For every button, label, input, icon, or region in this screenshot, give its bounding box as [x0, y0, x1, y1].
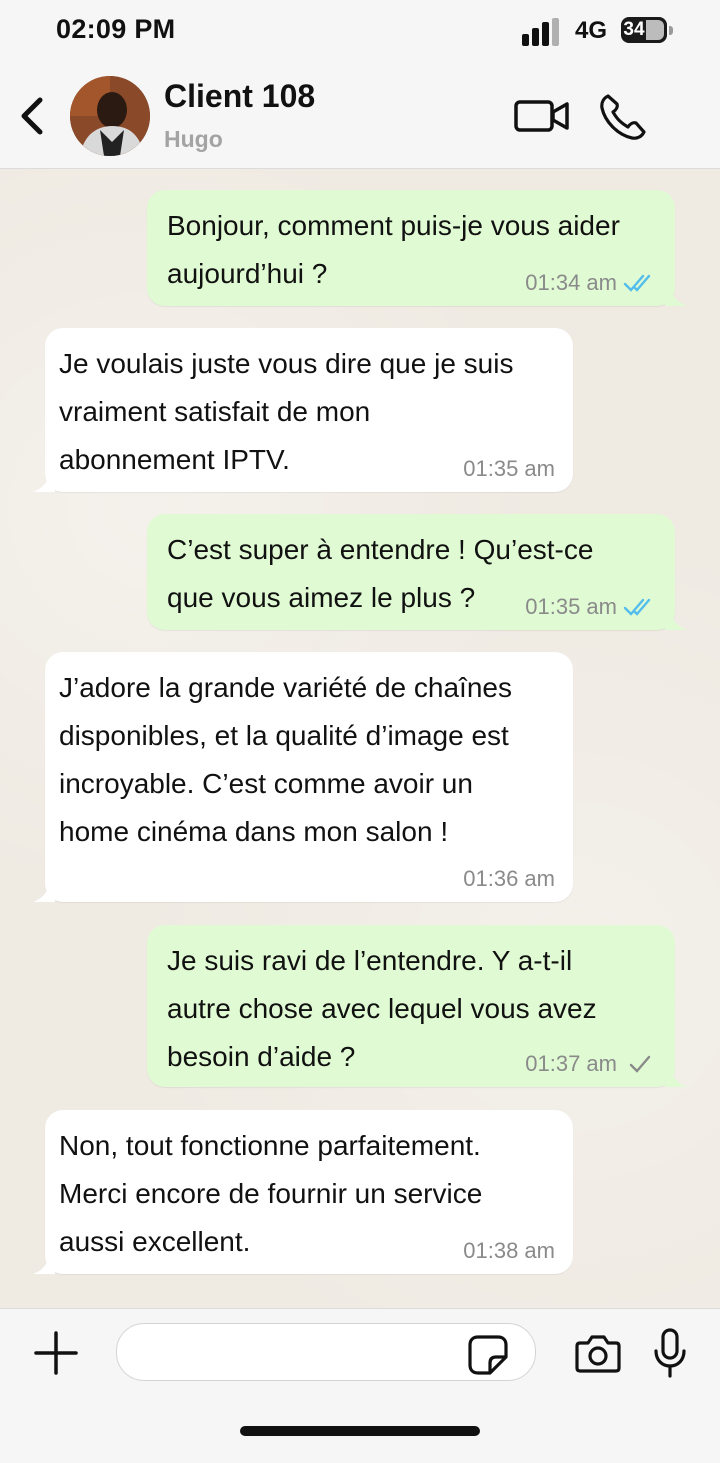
message-incoming[interactable]: Non, tout fonctionne parfaitement. Merci…	[33, 1110, 573, 1274]
double-check-read-icon	[623, 274, 651, 292]
status-bar: 02:09 PM 4G 34	[0, 0, 720, 64]
video-call-icon[interactable]	[513, 96, 571, 136]
contact-name[interactable]: Client 108	[164, 78, 315, 115]
message-time: 01:38 am	[463, 1238, 555, 1263]
back-arrow-icon[interactable]	[16, 94, 56, 138]
phone-call-icon[interactable]	[598, 92, 648, 142]
chat-area: Bonjour, comment puis-je vous aider aujo…	[0, 169, 720, 1308]
message-text: J’adore la grande variété de chaînes dis…	[59, 672, 512, 847]
message-time: 01:35 am	[525, 594, 617, 619]
double-check-read-icon	[623, 598, 651, 616]
message-time: 01:34 am	[525, 270, 617, 295]
message-incoming[interactable]: Je voulais juste vous dire que je suis v…	[33, 328, 573, 492]
single-check-sent-icon	[629, 1055, 651, 1073]
message-time: 01:35 am	[463, 456, 555, 481]
sticker-icon[interactable]	[466, 1333, 510, 1377]
network-type: 4G	[575, 17, 608, 44]
battery-icon: 34	[621, 17, 667, 43]
battery-level: 34	[623, 19, 645, 40]
message-time: 01:37 am	[525, 1051, 617, 1076]
message-outgoing[interactable]: C’est super à entendre ! Qu’est-ce que v…	[147, 514, 687, 630]
message-incoming[interactable]: J’adore la grande variété de chaînes dis…	[33, 652, 573, 902]
bubble-tail	[665, 614, 687, 630]
message-time: 01:36 am	[463, 866, 555, 891]
message-text: Je voulais juste vous dire que je suis v…	[59, 348, 514, 475]
message-text: Non, tout fonctionne parfaitement. Merci…	[59, 1130, 483, 1257]
message-outgoing[interactable]: Je suis ravi de l’entendre. Y a-t-il aut…	[147, 925, 687, 1087]
status-time: 02:09 PM	[56, 14, 176, 44]
person-silhouette-icon	[70, 76, 150, 156]
battery-tip	[669, 26, 673, 35]
bubble-tail	[33, 476, 55, 492]
bubble-tail	[665, 290, 687, 306]
bubble-tail	[33, 886, 55, 902]
camera-icon[interactable]	[574, 1331, 622, 1375]
signal-strength-icon	[522, 18, 566, 46]
bubble-tail	[33, 1258, 55, 1274]
contact-subtitle: Hugo	[164, 126, 223, 152]
chat-header: Client 108 Hugo	[0, 64, 720, 169]
message-outgoing[interactable]: Bonjour, comment puis-je vous aider aujo…	[147, 190, 687, 306]
home-indicator[interactable]	[240, 1426, 480, 1436]
plus-icon[interactable]	[32, 1329, 80, 1377]
microphone-icon[interactable]	[652, 1327, 688, 1379]
contact-avatar[interactable]	[70, 76, 150, 156]
bubble-tail	[665, 1071, 687, 1087]
composer-bar	[0, 1308, 720, 1463]
